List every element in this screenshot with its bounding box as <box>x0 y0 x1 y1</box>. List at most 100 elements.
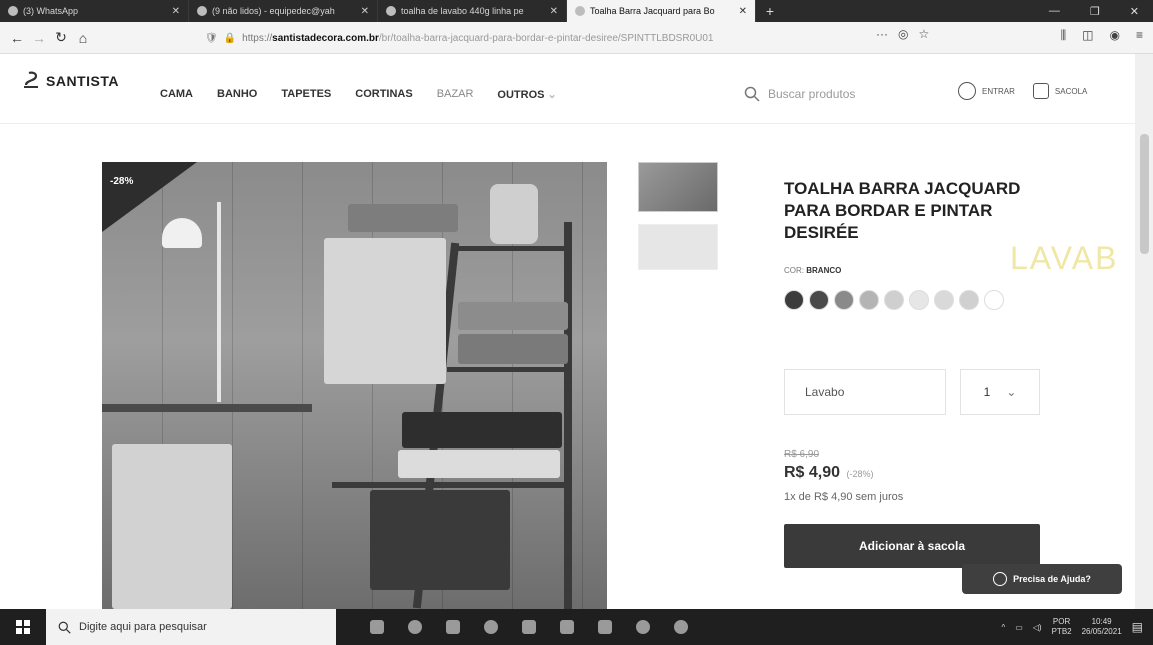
color-swatch[interactable] <box>884 290 904 310</box>
towel-stack <box>398 450 560 478</box>
menu-item-cortinas[interactable]: CORTINAS <box>355 88 412 101</box>
browser-tab-bar: (3) WhatsApp ✕ (9 não lidos) - equipedec… <box>0 0 1153 22</box>
scrollbar-thumb[interactable] <box>1140 134 1149 254</box>
language-indicator[interactable]: POR PTB2 <box>1052 617 1072 638</box>
home-icon[interactable]: ⌂ <box>72 30 94 46</box>
login-link[interactable]: ENTRAR <box>958 82 1015 100</box>
minimize-icon[interactable]: — <box>1049 5 1060 17</box>
wood-plank <box>302 162 303 609</box>
app-icon[interactable] <box>484 620 498 634</box>
app-icon[interactable] <box>408 620 422 634</box>
color-swatch[interactable] <box>934 290 954 310</box>
menu-item-outros[interactable]: OUTROS ⌄ <box>497 88 556 101</box>
page-actions-icon[interactable]: ··· <box>876 27 888 41</box>
browser-tab[interactable]: toalha de lavabo 440g linha pe ✕ <box>378 0 567 22</box>
back-icon[interactable]: ← <box>6 30 28 46</box>
color-label-prefix: COR: <box>784 266 804 275</box>
page-scrollbar[interactable] <box>1135 54 1153 609</box>
color-swatches <box>784 290 1044 310</box>
browser-tab[interactable]: (3) WhatsApp ✕ <box>0 0 189 22</box>
color-swatch[interactable] <box>809 290 829 310</box>
excel-icon[interactable] <box>560 620 574 634</box>
product-main-image[interactable]: -28% <box>102 162 607 609</box>
reload-icon[interactable]: ↻ <box>50 29 72 46</box>
background-decoration: LAVAB <box>1010 240 1119 276</box>
app-icon[interactable] <box>522 620 536 634</box>
close-icon[interactable]: ✕ <box>172 6 180 17</box>
towel-stack <box>402 412 562 448</box>
menu-item-banho[interactable]: BANHO <box>217 88 257 101</box>
quantity-value: 1 <box>983 385 991 399</box>
color-swatch[interactable] <box>984 290 1004 310</box>
close-icon[interactable]: ✕ <box>550 6 558 17</box>
close-icon[interactable]: ✕ <box>361 6 369 17</box>
add-to-bag-button[interactable]: Adicionar à sacola <box>784 524 1040 568</box>
logo-text: SANTISTA <box>46 73 119 89</box>
windows-start-icon[interactable] <box>0 609 46 645</box>
chrome-icon[interactable] <box>636 620 650 634</box>
discount-badge: -28% <box>110 176 134 187</box>
discount-flag <box>102 162 197 232</box>
side-table <box>102 404 312 412</box>
color-label: COR: BRANCO <box>784 266 841 275</box>
ladder-step <box>332 482 572 488</box>
help-chat-button[interactable]: Precisa de Ajuda? <box>962 564 1122 594</box>
sidebar-icon[interactable]: ◫ <box>1082 28 1093 43</box>
account-icon[interactable]: ◉ <box>1110 28 1120 43</box>
tray-chevron-icon[interactable]: ^ <box>1001 623 1005 632</box>
clock[interactable]: 10:49 26/05/2021 <box>1082 617 1122 638</box>
quantity-select[interactable]: 1 ⌄ <box>960 369 1040 415</box>
lamp-stand <box>217 202 221 402</box>
price-value: R$ 4,90 <box>784 464 841 481</box>
menu-icon[interactable]: ≡ <box>1136 28 1143 43</box>
mail-icon[interactable] <box>446 620 460 634</box>
volume-icon[interactable]: ◁) <box>1033 623 1042 632</box>
whatsapp-icon <box>8 6 18 16</box>
new-tab-button[interactable]: + <box>756 0 784 22</box>
color-value: BRANCO <box>806 266 842 275</box>
close-icon[interactable]: ✕ <box>739 6 747 17</box>
forward-icon[interactable]: → <box>28 30 50 46</box>
color-swatch[interactable] <box>859 290 879 310</box>
product-search[interactable]: Buscar produtos <box>744 84 954 104</box>
menu-item-outros-label: OUTROS <box>497 89 545 101</box>
close-window-icon[interactable]: ✕ <box>1130 5 1139 18</box>
ladder-step <box>452 246 570 251</box>
discount-percent: (-28%) <box>846 469 874 479</box>
color-swatch[interactable] <box>834 290 854 310</box>
notification-icon[interactable]: ▤ <box>1132 620 1143 634</box>
browser-tab-active[interactable]: Toalha Barra Jacquard para Bo ✕ <box>567 0 756 22</box>
lock-icon: 🔒 <box>223 32 237 44</box>
taskbar-search[interactable]: Digite aqui para pesquisar <box>46 609 336 645</box>
browser-tab[interactable]: (9 não lidos) - equipedec@yah ✕ <box>189 0 378 22</box>
wood-plank <box>582 162 583 609</box>
library-icon[interactable]: ⫼ <box>1061 28 1067 43</box>
pocket-icon[interactable]: ◎ <box>898 27 908 41</box>
color-swatch[interactable] <box>784 290 804 310</box>
address-bar[interactable]: 🛡 🔒 https://santistadecora.com.br/br/toa… <box>205 27 945 49</box>
hanging-towel <box>324 238 446 384</box>
product-thumbnail[interactable] <box>638 162 718 212</box>
color-swatch[interactable] <box>959 290 979 310</box>
header-actions: ENTRAR SACOLA <box>958 82 1087 100</box>
size-select[interactable]: Lavabo <box>784 369 946 415</box>
current-price: R$ 4,90 (-28%) <box>784 464 874 482</box>
url-prefix: https:// <box>242 32 273 44</box>
color-swatch[interactable] <box>909 290 929 310</box>
firefox-icon[interactable] <box>674 620 688 634</box>
bag-link[interactable]: SACOLA <box>1032 83 1087 99</box>
tab-label: toalha de lavabo 440g linha pe <box>401 6 524 16</box>
product-thumbnail[interactable] <box>638 224 718 270</box>
white-towel <box>112 444 232 609</box>
menu-item-bazar[interactable]: BAZAR <box>437 88 474 101</box>
menu-item-cama[interactable]: CAMA <box>160 88 193 101</box>
menu-item-tapetes[interactable]: TAPETES <box>281 88 331 101</box>
towel-stack <box>348 204 458 232</box>
network-icon[interactable]: ▭ <box>1015 623 1023 632</box>
lang-code: POR <box>1052 616 1071 626</box>
task-view-icon[interactable] <box>370 620 384 634</box>
bookmark-star-icon[interactable]: ☆ <box>918 27 929 41</box>
site-logo[interactable]: SANTISTA <box>20 70 119 92</box>
maximize-icon[interactable]: ❐ <box>1090 5 1100 18</box>
app-icon[interactable] <box>598 620 612 634</box>
